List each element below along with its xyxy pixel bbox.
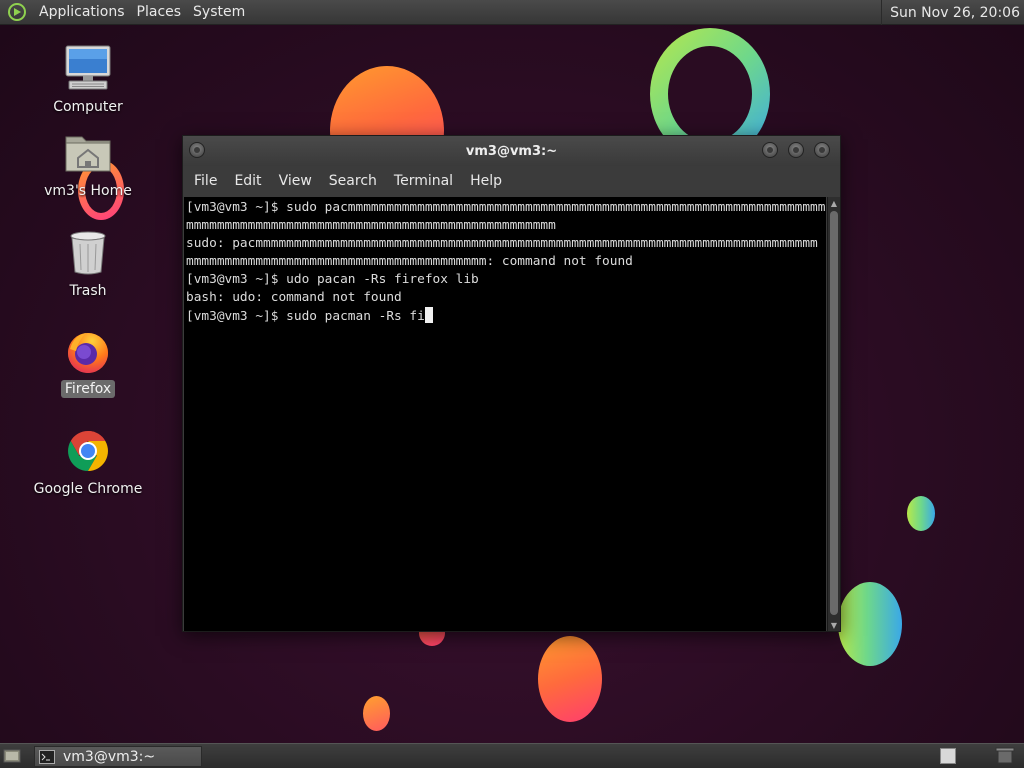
menu-help[interactable]: Help [463, 173, 509, 189]
menu-file[interactable]: File [187, 173, 224, 189]
taskbar-item-terminal[interactable]: vm3@vm3:~ [34, 746, 202, 767]
orange-bubble-decoration [538, 636, 602, 722]
text-cursor [424, 307, 433, 323]
desktop-icon-chrome[interactable]: Google Chrome [23, 426, 153, 498]
desktop-icon-label: Trash [69, 283, 107, 299]
trash-applet-icon[interactable] [990, 747, 1020, 765]
taskbar-item-label: vm3@vm3:~ [63, 748, 156, 765]
green-bubble-decoration [907, 496, 935, 531]
top-panel: Applications Places System Sun Nov 26, 2… [0, 0, 1024, 25]
terminal-output[interactable]: [vm3@vm3 ~]$ sudo pacmmmmmmmmmmmmmmmmmmm… [184, 197, 826, 631]
scroll-down-arrow-icon[interactable]: ▼ [828, 619, 840, 631]
show-desktop-icon[interactable] [2, 747, 22, 765]
trash-icon [63, 228, 113, 278]
green-bubble-decoration [838, 582, 902, 666]
terminal-line: bash: udo: command not found [186, 290, 402, 305]
terminal-window[interactable]: vm3@vm3:~ File Edit View Search Terminal… [182, 135, 841, 632]
terminal-scrollbar[interactable]: ▲ ▼ [827, 197, 840, 631]
orange-bubble-decoration [363, 696, 390, 731]
computer-icon [63, 44, 113, 94]
terminal-menubar: File Edit View Search Terminal Help [183, 166, 840, 196]
terminal-icon [39, 749, 55, 764]
desktop-icon-label: Google Chrome [33, 481, 143, 497]
mate-logo-icon[interactable] [7, 2, 27, 22]
scroll-up-arrow-icon[interactable]: ▲ [828, 197, 840, 209]
workspace-switcher[interactable] [940, 748, 956, 764]
menu-view[interactable]: View [272, 173, 319, 189]
firefox-icon [63, 326, 113, 376]
desktop-icon-label: Firefox [60, 380, 116, 398]
menu-terminal[interactable]: Terminal [387, 173, 460, 189]
menu-search[interactable]: Search [322, 173, 384, 189]
menu-edit[interactable]: Edit [227, 173, 268, 189]
maximize-button[interactable] [788, 142, 804, 158]
terminal-prompt-text: [vm3@vm3 ~]$ sudo pacman -Rs fi [186, 309, 425, 324]
desktop-icon-label: vm3's Home [44, 183, 132, 199]
desktop-icon-computer[interactable]: Computer [23, 44, 153, 116]
places-menu[interactable]: Places [131, 4, 188, 20]
applications-menu[interactable]: Applications [33, 4, 131, 20]
terminal-line: [vm3@vm3 ~]$ sudo pacmmmmmmmmmmmmmmmmmmm… [186, 200, 826, 215]
terminal-prompt-line[interactable]: [vm3@vm3 ~]$ sudo pacman -Rs fi [186, 307, 826, 325]
bottom-panel: vm3@vm3:~ [0, 743, 1024, 768]
chrome-icon [63, 426, 113, 476]
scroll-thumb[interactable] [830, 211, 838, 615]
window-titlebar[interactable]: vm3@vm3:~ [183, 136, 840, 166]
desktop-icon-firefox[interactable]: Firefox [23, 326, 153, 398]
system-menu[interactable]: System [187, 4, 251, 20]
terminal-line: mmmmmmmmmmmmmmmmmmmmmmmmmmmmmmmmmmmmmmmm… [186, 218, 556, 233]
terminal-line: [vm3@vm3 ~]$ udo pacan -Rs firefox lib [186, 272, 479, 287]
window-title: vm3@vm3:~ [465, 143, 558, 159]
terminal-line: mmmmmmmmmmmmmmmmmmmmmmmmmmmmmmmmmmmmmmm:… [186, 254, 633, 269]
minimize-button[interactable] [762, 142, 778, 158]
clock[interactable]: Sun Nov 26, 20:06 [881, 0, 1024, 25]
desktop-icon-trash[interactable]: Trash [23, 228, 153, 300]
home-folder-icon [63, 128, 113, 178]
desktop-icon-label: Computer [53, 99, 123, 115]
close-button[interactable] [814, 142, 830, 158]
desktop-icon-home[interactable]: vm3's Home [23, 128, 153, 200]
window-menu-button[interactable] [189, 142, 205, 158]
terminal-line: sudo: pacmmmmmmmmmmmmmmmmmmmmmmmmmmmmmmm… [186, 236, 818, 251]
